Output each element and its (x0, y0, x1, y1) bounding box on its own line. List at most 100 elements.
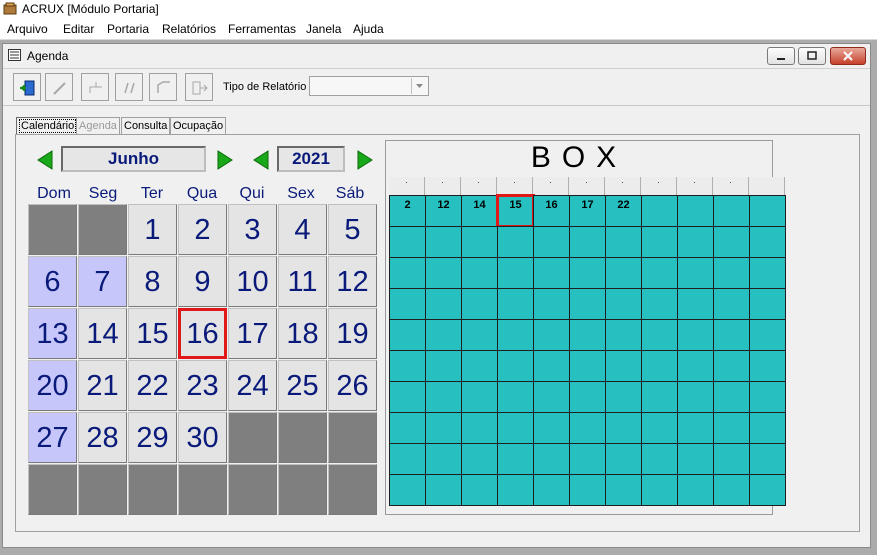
calendar-day[interactable]: 8 (128, 256, 177, 307)
box-cell[interactable] (461, 474, 498, 506)
calendar-day[interactable]: 15 (128, 308, 177, 359)
box-cell[interactable] (677, 288, 714, 320)
box-cell[interactable] (389, 381, 426, 413)
box-cell[interactable] (713, 412, 750, 444)
box-cell[interactable] (605, 412, 642, 444)
box-cell[interactable] (677, 350, 714, 382)
box-cell[interactable] (533, 319, 570, 351)
box-cell[interactable] (605, 257, 642, 289)
box-cell[interactable] (533, 443, 570, 475)
box-cell[interactable] (533, 381, 570, 413)
calendar-day[interactable]: 20 (28, 360, 77, 411)
box-cell[interactable] (497, 226, 534, 258)
box-cell[interactable] (641, 319, 678, 351)
box-cell[interactable] (749, 381, 786, 413)
box-cell[interactable] (641, 443, 678, 475)
calendar-day[interactable]: 2 (178, 204, 227, 255)
exit-button[interactable] (13, 73, 41, 101)
tab-ocupacao[interactable]: Ocupação (170, 117, 227, 135)
box-cell[interactable] (605, 443, 642, 475)
menu-editar[interactable]: Editar (63, 22, 94, 36)
box-cell[interactable] (677, 226, 714, 258)
box-cell[interactable] (641, 350, 678, 382)
box-cell[interactable] (497, 319, 534, 351)
menu-ferramentas[interactable]: Ferramentas (228, 22, 296, 36)
calendar-day[interactable]: 29 (128, 412, 177, 463)
calendar-day[interactable]: 21 (78, 360, 127, 411)
calendar-day[interactable]: 14 (78, 308, 127, 359)
export-button[interactable] (185, 73, 213, 101)
calendar-day[interactable]: 26 (328, 360, 377, 411)
box-cell[interactable] (389, 257, 426, 289)
box-cell[interactable] (641, 226, 678, 258)
calendar-day[interactable]: 6 (28, 256, 77, 307)
calendar-day[interactable]: 11 (278, 256, 327, 307)
box-cell[interactable]: 2 (389, 195, 426, 227)
calendar-day[interactable]: 7 (78, 256, 127, 307)
box-cell[interactable] (569, 350, 606, 382)
box-cell[interactable] (533, 412, 570, 444)
edit-button[interactable] (45, 73, 73, 101)
box-cell[interactable] (713, 319, 750, 351)
menu-portaria[interactable]: Portaria (107, 22, 149, 36)
tipo-relatorio-select[interactable] (309, 76, 429, 96)
calendar-day[interactable]: 19 (328, 308, 377, 359)
box-cell[interactable] (713, 257, 750, 289)
box-cell[interactable] (425, 226, 462, 258)
box-cell[interactable] (569, 412, 606, 444)
box-cell[interactable] (497, 443, 534, 475)
box-cell[interactable] (569, 288, 606, 320)
calendar-day[interactable]: 5 (328, 204, 377, 255)
box-cell[interactable] (641, 257, 678, 289)
calendar-day[interactable]: 22 (128, 360, 177, 411)
box-cell[interactable] (533, 257, 570, 289)
calendar-day[interactable]: 28 (78, 412, 127, 463)
box-cell[interactable] (569, 226, 606, 258)
tab-consulta[interactable]: Consulta (121, 117, 171, 135)
box-cell[interactable] (389, 288, 426, 320)
box-cell[interactable] (425, 257, 462, 289)
box-cell[interactable] (677, 474, 714, 506)
box-cell[interactable] (389, 412, 426, 444)
calendar-day[interactable]: 18 (278, 308, 327, 359)
minimize-button[interactable] (767, 47, 795, 65)
calendar-day[interactable]: 10 (228, 256, 277, 307)
box-cell[interactable] (569, 257, 606, 289)
pair-button[interactable] (115, 73, 143, 101)
calendar-day[interactable]: 23 (178, 360, 227, 411)
box-cell[interactable] (425, 319, 462, 351)
box-cell[interactable] (677, 319, 714, 351)
box-cell[interactable] (749, 412, 786, 444)
box-cell[interactable] (389, 443, 426, 475)
box-cell[interactable]: 14 (461, 195, 498, 227)
calendar-day[interactable]: 12 (328, 256, 377, 307)
box-cell[interactable] (533, 288, 570, 320)
box-cell[interactable]: 17 (569, 195, 606, 227)
box-cell[interactable] (713, 288, 750, 320)
box-cell[interactable] (749, 443, 786, 475)
box-cell[interactable] (605, 319, 642, 351)
box-cell[interactable] (425, 443, 462, 475)
box-cell[interactable] (389, 474, 426, 506)
box-cell[interactable] (749, 474, 786, 506)
box-cell[interactable] (713, 474, 750, 506)
tree-button[interactable] (81, 73, 109, 101)
box-cell[interactable] (605, 350, 642, 382)
box-cell[interactable] (713, 195, 750, 227)
tab-calendario[interactable]: Calendário (16, 117, 80, 135)
box-cell[interactable] (425, 350, 462, 382)
window-title-bar[interactable]: Agenda (3, 44, 870, 69)
tab-agenda[interactable]: Agenda (76, 117, 120, 135)
box-cell[interactable] (677, 257, 714, 289)
box-cell[interactable] (677, 443, 714, 475)
box-cell[interactable] (497, 288, 534, 320)
menu-arquivo[interactable]: Arquivo (7, 22, 48, 36)
box-cell[interactable] (605, 226, 642, 258)
box-cell[interactable] (389, 350, 426, 382)
box-cell[interactable] (569, 319, 606, 351)
box-cell[interactable] (641, 381, 678, 413)
maximize-button[interactable] (798, 47, 826, 65)
box-cell[interactable] (749, 257, 786, 289)
box-cell[interactable] (461, 319, 498, 351)
calendar-day[interactable]: 30 (178, 412, 227, 463)
